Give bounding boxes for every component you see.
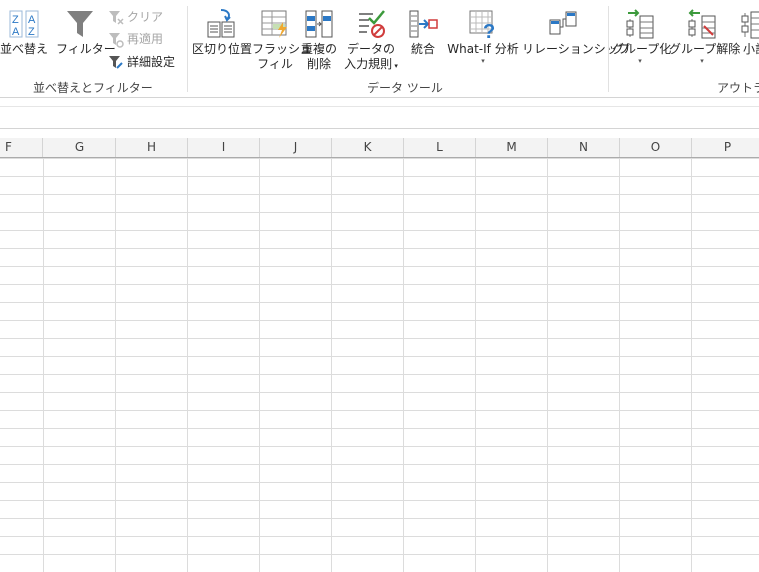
- advanced-filter-button[interactable]: 詳細設定: [108, 53, 175, 71]
- relationships-button[interactable]: リレーションシップ: [522, 8, 630, 57]
- cell-grid[interactable]: [0, 158, 759, 572]
- what-if-dropdown-arrow-icon: ▾: [481, 57, 485, 65]
- what-if-label: What-If 分析: [447, 42, 519, 56]
- text-to-columns-icon: [207, 9, 235, 38]
- subtotal-button[interactable]: 小計: [737, 8, 759, 57]
- column-gridline: [475, 158, 476, 572]
- what-if-analysis-button[interactable]: ? What-If 分析 ▾: [446, 8, 520, 65]
- column-header-f[interactable]: F: [0, 138, 43, 157]
- svg-text:Z: Z: [12, 14, 19, 26]
- text-to-columns-button[interactable]: 区切り位置: [192, 8, 253, 57]
- subtotal-label: 小計: [743, 42, 759, 56]
- text-to-columns-label: 区切り位置: [192, 42, 253, 56]
- column-header-g[interactable]: G: [44, 138, 116, 157]
- consolidate-button[interactable]: 統合: [403, 8, 443, 57]
- sort-filter-group-label: 並べ替えとフィルター: [33, 81, 153, 95]
- group-dropdown-arrow-icon: ▾: [638, 57, 642, 65]
- column-gridline: [115, 158, 116, 572]
- group-button[interactable]: グループ化 ▾: [612, 8, 672, 65]
- group-separator: [608, 6, 609, 92]
- column-header-o[interactable]: O: [620, 138, 692, 157]
- sort-icon: Z A A Z: [9, 10, 39, 38]
- ungroup-button[interactable]: グループ解除 ▾: [669, 8, 741, 65]
- column-header-m[interactable]: M: [476, 138, 548, 157]
- advanced-filter-icon: [109, 55, 123, 69]
- data-validation-icon: [359, 10, 385, 38]
- flash-fill-label-1: フラッシュ: [252, 42, 313, 56]
- column-gridline: [691, 158, 692, 572]
- column-header-j[interactable]: J: [260, 138, 332, 157]
- data-validation-label-2: 入力規則 ▾: [341, 57, 401, 74]
- group-label: グループ化: [612, 42, 672, 56]
- clear-label: クリア: [127, 10, 164, 24]
- svg-text:?: ?: [483, 21, 495, 40]
- flash-fill-label-2: フィル: [257, 57, 293, 71]
- column-gridline: [43, 158, 44, 572]
- remove-duplicates-button[interactable]: 重複の 削除: [300, 8, 338, 72]
- outline-group-label: アウトライン: [717, 81, 759, 95]
- ribbon-data-tab: Z A A Z 並べ替え フィルター クリア 再適用 詳細設定 並べ替えとフィル…: [0, 0, 759, 98]
- formula-bar-divider: [0, 106, 759, 107]
- what-if-icon: ?: [469, 10, 495, 40]
- formula-bar[interactable]: [0, 98, 759, 129]
- reapply-button[interactable]: 再適用: [108, 30, 163, 48]
- group-separator: [187, 6, 188, 92]
- reapply-label: 再適用: [127, 32, 164, 46]
- consolidate-icon: [409, 10, 438, 38]
- ungroup-dropdown-arrow-icon: ▾: [700, 57, 704, 65]
- filter-label: フィルター: [56, 42, 116, 56]
- reapply-icon: [109, 32, 124, 48]
- svg-text:A: A: [12, 26, 20, 38]
- clear-filter-button[interactable]: クリア: [108, 8, 163, 26]
- sort-label: 並べ替え: [0, 42, 49, 56]
- group-icon: [626, 9, 654, 39]
- column-gridline: [331, 158, 332, 572]
- column-gridline: [619, 158, 620, 572]
- flash-fill-icon: [261, 10, 287, 38]
- ungroup-label: グループ解除: [669, 42, 741, 56]
- column-header-i[interactable]: I: [188, 138, 260, 157]
- column-header-n[interactable]: N: [548, 138, 620, 157]
- funnel-icon: [67, 11, 93, 37]
- dropdown-arrow-icon: ▾: [392, 62, 398, 70]
- column-headers: F G H I J K L M N O P: [0, 138, 759, 158]
- column-header-p[interactable]: P: [692, 138, 759, 157]
- data-validation-label-1: データの: [346, 42, 395, 56]
- column-gridline: [547, 158, 548, 572]
- remove-duplicates-label-1: 重複の: [300, 42, 337, 56]
- data-validation-button[interactable]: データの 入力規則 ▾: [341, 8, 401, 74]
- data-tools-group-label: データ ツール: [367, 81, 443, 95]
- remove-duplicates-label-2: 削除: [306, 57, 331, 71]
- column-header-k[interactable]: K: [332, 138, 404, 157]
- svg-text:Z: Z: [28, 26, 35, 38]
- column-gridline: [403, 158, 404, 572]
- column-header-h[interactable]: H: [116, 138, 188, 157]
- relationships-label: リレーションシップ: [522, 42, 630, 56]
- filter-button[interactable]: フィルター: [56, 8, 116, 57]
- advanced-label: 詳細設定: [127, 55, 176, 69]
- column-gridline: [259, 158, 260, 572]
- subtotal-icon: [741, 11, 759, 39]
- column-header-l[interactable]: L: [404, 138, 476, 157]
- remove-duplicates-icon: [305, 10, 333, 38]
- sort-button[interactable]: Z A A Z 並べ替え: [0, 8, 48, 57]
- consolidate-label: 統合: [410, 42, 435, 56]
- data-validation-label-2-text: 入力規則: [344, 57, 393, 71]
- relationships-icon: [549, 11, 577, 35]
- ungroup-icon: [688, 9, 716, 39]
- clear-filter-icon: [109, 10, 124, 25]
- svg-text:A: A: [28, 14, 36, 26]
- flash-fill-button[interactable]: フラッシュ フィル: [252, 8, 313, 72]
- column-gridline: [187, 158, 188, 572]
